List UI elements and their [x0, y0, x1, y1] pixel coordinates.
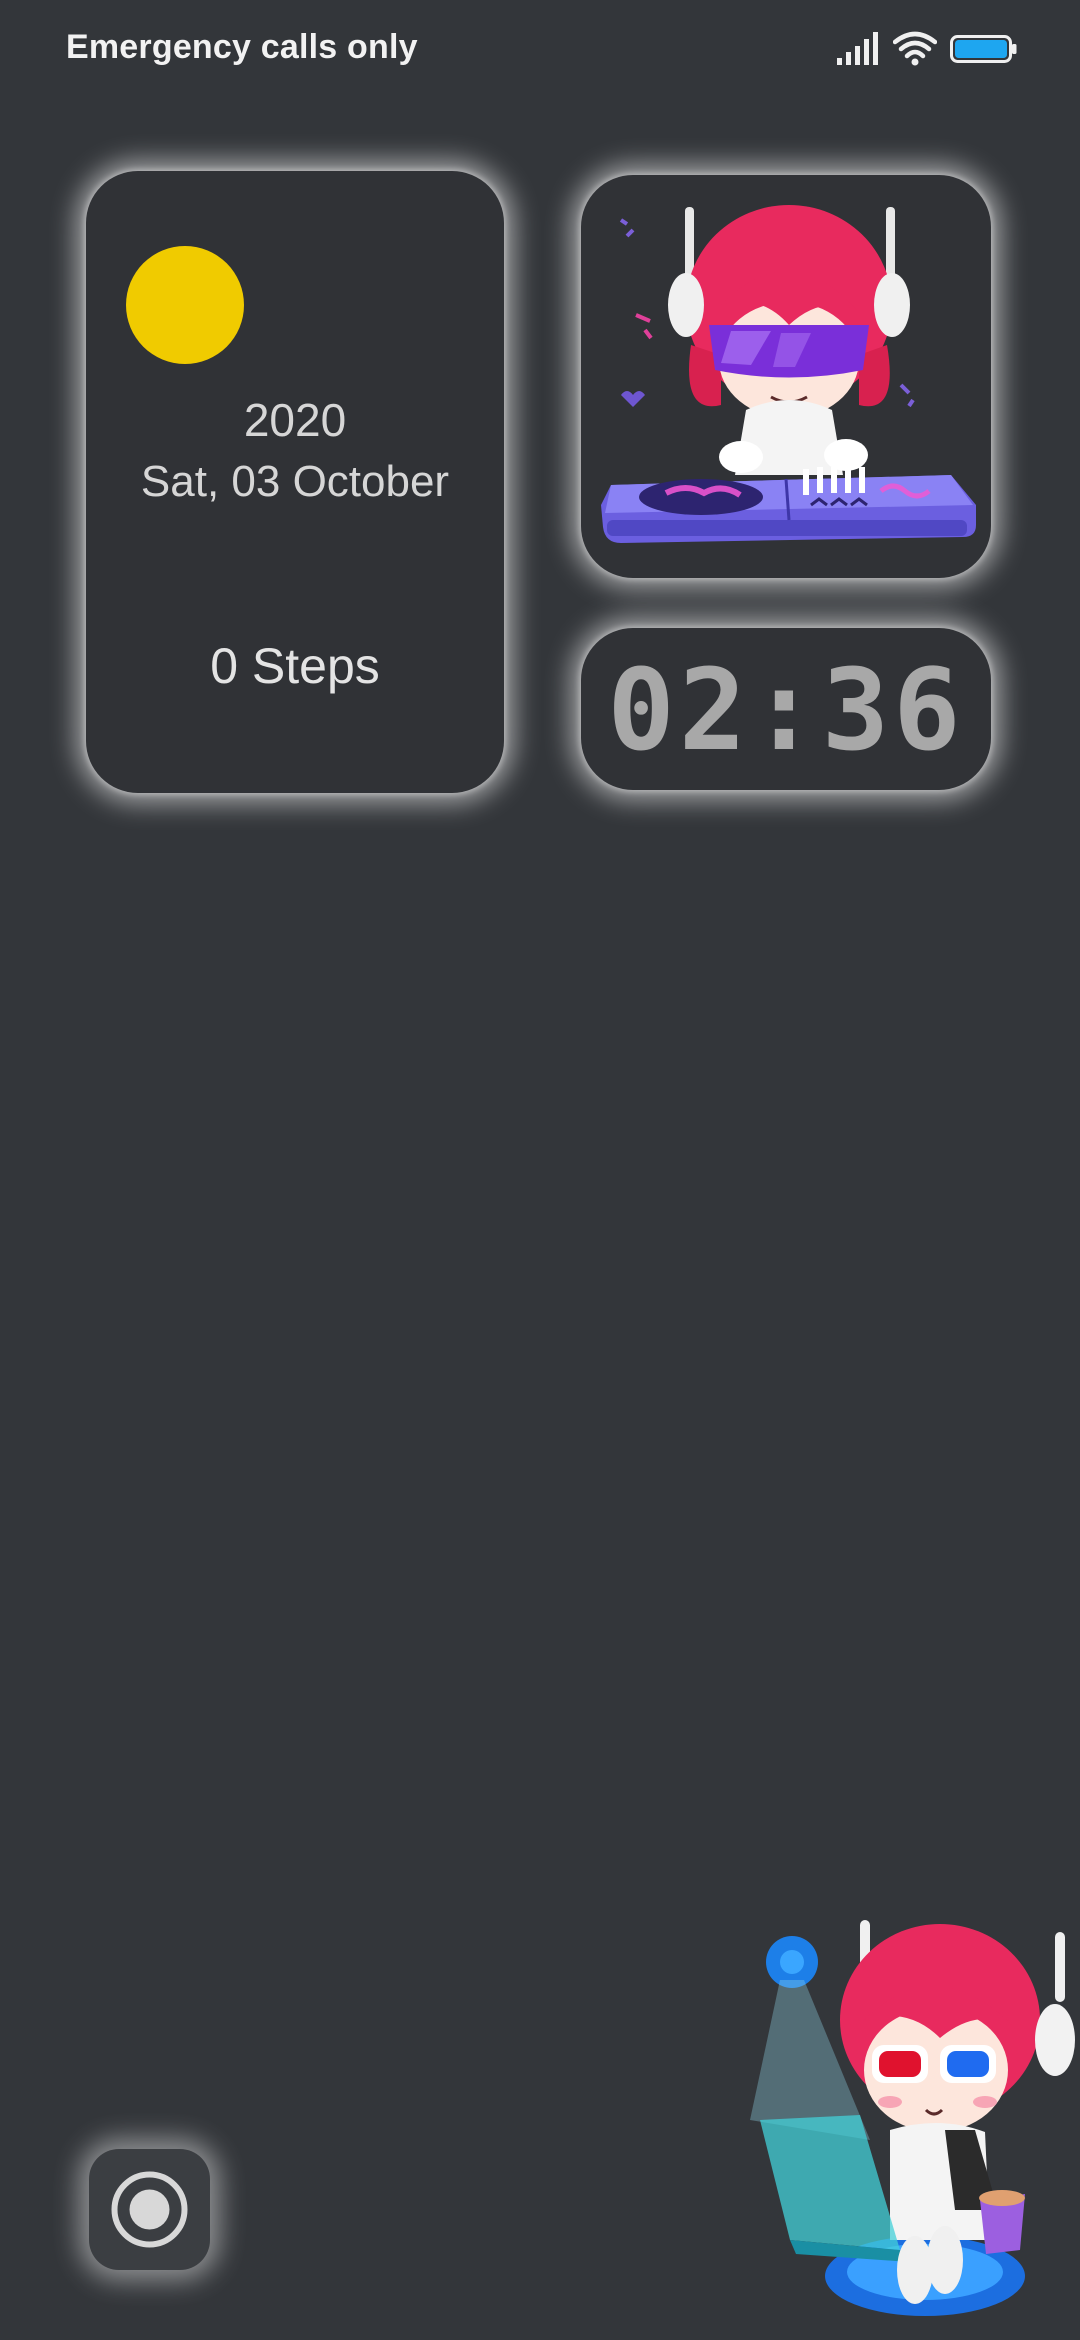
mascot-3d-glasses-illustration: [750, 1920, 1075, 2316]
weather-date-widget[interactable]: 2020 Sat, 03 October 0 Steps: [86, 171, 504, 793]
clock-time: 02:36: [607, 646, 965, 776]
carrier-status-text: Emergency calls only: [66, 28, 418, 66]
dj-character-illustration: [601, 205, 976, 543]
date-label: Sat, 03 October: [140, 457, 450, 506]
clock-widget[interactable]: 02:36: [581, 628, 991, 790]
dj-sticker-widget[interactable]: [581, 175, 991, 578]
camera-shutter-icon: [111, 2171, 188, 2248]
year-label: 2020: [243, 394, 347, 446]
sun-icon: [126, 246, 244, 364]
wifi-icon: [893, 31, 937, 66]
camera-shortcut-button[interactable]: [89, 2149, 210, 2270]
status-bar: Emergency calls only: [0, 0, 1080, 100]
battery-icon: [950, 35, 1017, 63]
signal-icon: [837, 32, 878, 65]
steps-counter: 0 Steps: [210, 638, 380, 694]
